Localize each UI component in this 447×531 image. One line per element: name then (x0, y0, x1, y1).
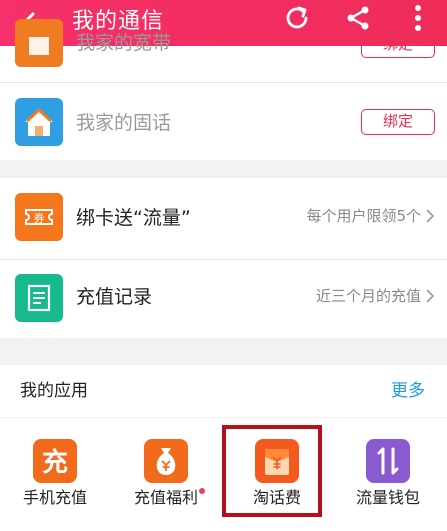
bind-broadband-button[interactable]: 绑定 (361, 32, 435, 58)
chevron-right-icon (426, 209, 435, 223)
card-reward-label: 绑卡送“流量” (76, 207, 191, 229)
app-recharge-benefits[interactable]: 充值福利 (111, 418, 223, 531)
recharge-history-label: 充值记录 (76, 286, 153, 308)
coupon-icon: 券 (15, 193, 63, 241)
chevron-right-icon (426, 289, 435, 303)
recharge-icon: 充 (33, 439, 77, 483)
bind-landline-button[interactable]: 绑定 (361, 109, 435, 135)
transfer-arrows-icon (366, 439, 410, 483)
app-label: 手机充值 (22, 488, 87, 507)
promo-section: 券 绑卡送“流量” 每个用户限领5个 充值记录 近三个月的充值 (0, 178, 447, 338)
my-apps-title: 我的应用 (20, 381, 88, 401)
app-mobile-recharge[interactable]: 充 手机充值 (0, 418, 112, 531)
card-reward-hint: 每个用户限领5个 (306, 207, 421, 225)
recharge-history-hint: 近三个月的充值 (315, 287, 421, 305)
broadband-label: 我家的宽带 (76, 32, 172, 54)
new-badge-dot (199, 488, 205, 494)
highlight-box (222, 425, 322, 517)
receipt-icon (15, 274, 63, 322)
landline-label: 我家的固话 (76, 112, 172, 134)
my-apps-header: 我的应用 更多 (0, 365, 447, 417)
house-icon (15, 98, 63, 146)
broadband-icon (15, 19, 63, 67)
svg-text:券: 券 (34, 211, 45, 225)
app-label: 流量钱包 (355, 488, 420, 507)
binding-section: 我家的宽带 绑定 我家的固话 绑定 (0, 19, 447, 161)
svg-text:充: 充 (42, 447, 68, 478)
landline-row[interactable]: 我家的固话 绑定 (0, 83, 447, 161)
more-apps-link[interactable]: 更多 (391, 379, 425, 403)
card-reward-row[interactable]: 券 绑卡送“流量” 每个用户限领5个 (0, 178, 447, 256)
recharge-history-row[interactable]: 充值记录 近三个月的充值 (0, 260, 447, 338)
broadband-row[interactable]: 我家的宽带 绑定 (0, 4, 447, 82)
money-bag-icon (144, 439, 188, 483)
app-data-wallet[interactable]: 流量钱包 (333, 418, 445, 531)
